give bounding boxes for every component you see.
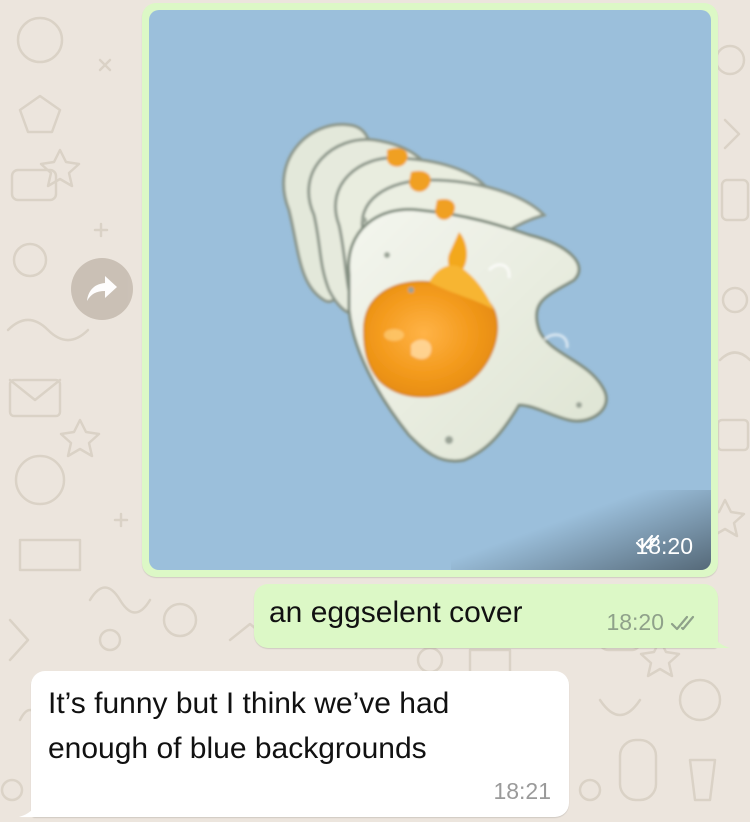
egg-photo[interactable]: 18:20	[149, 10, 711, 570]
image-message-meta: 18:20	[635, 533, 693, 560]
outgoing-message-text: an eggselent cover	[269, 596, 523, 629]
bubble-tail	[710, 630, 730, 648]
outgoing-message-time: 18:20	[606, 609, 664, 635]
share-arrow-icon	[87, 276, 117, 301]
incoming-message-time: 18:21	[493, 778, 551, 804]
fried-eggs-illustration	[282, 123, 608, 463]
outgoing-text-message[interactable]: an eggselent cover 18:20	[254, 584, 730, 648]
bubble-tail	[19, 799, 39, 817]
double-check-icon	[636, 534, 660, 550]
incoming-text-message[interactable]: It’s funny but I think we’ve had enough …	[19, 671, 569, 817]
forward-button[interactable]	[71, 258, 133, 320]
chat-view: 18:20 an eggselent cover 18:20 It’s funn…	[0, 0, 750, 822]
outgoing-image-message[interactable]: 18:20	[142, 3, 718, 577]
double-check-icon	[670, 615, 695, 630]
outgoing-message-meta: 18:20	[606, 609, 700, 636]
incoming-message-text: It’s funny but I think we’ve had enough …	[48, 687, 450, 765]
